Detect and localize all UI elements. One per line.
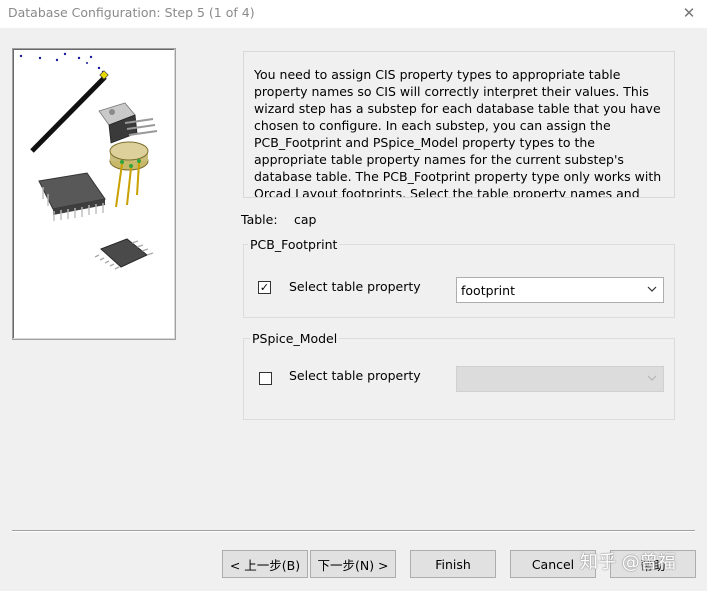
voltage-regulator-icon <box>98 102 158 144</box>
pspice-model-property-select[interactable] <box>456 366 664 392</box>
footer-divider <box>12 530 695 532</box>
sparkle-dots-icon <box>19 52 105 74</box>
soic-chip-icon <box>94 238 154 270</box>
instructions-text: You need to assign CIS property types to… <box>254 67 662 198</box>
pcb-footprint-selected-value: footprint <box>461 283 515 298</box>
components-illustration <box>19 52 158 270</box>
dip-chip-icon <box>38 172 106 221</box>
probe-icon <box>30 70 109 153</box>
instructions-panel: You need to assign CIS property types to… <box>243 51 675 198</box>
table-name-value: cap <box>294 212 317 227</box>
title-bar: Database Configuration: Step 5 (1 of 4) … <box>0 0 707 28</box>
chevron-down-icon <box>647 375 657 381</box>
back-button[interactable]: < 上一步(B) <box>222 550 308 578</box>
pspice-model-checkbox-label: Select table property <box>289 368 421 383</box>
pcb-footprint-checkbox[interactable]: ✓ <box>258 281 271 294</box>
next-button[interactable]: 下一步(N) > <box>310 550 396 578</box>
pspice-model-checkbox[interactable] <box>259 372 272 385</box>
pcb-footprint-legend: PCB_Footprint <box>248 237 340 252</box>
window-title: Database Configuration: Step 5 (1 of 4) <box>8 5 255 20</box>
wizard-illustration <box>12 48 176 340</box>
pcb-footprint-property-select[interactable]: footprint <box>456 277 664 303</box>
table-label: Table: <box>241 212 278 227</box>
finish-button[interactable]: Finish <box>410 550 496 578</box>
transistor-icon <box>109 141 149 208</box>
pspice-model-legend: PSpice_Model <box>250 331 340 346</box>
pcb-footprint-checkbox-label: Select table property <box>289 279 421 294</box>
chevron-down-icon <box>647 286 657 292</box>
watermark: 知乎 @曾福 <box>580 552 676 573</box>
checkmark-icon: ✓ <box>259 281 270 294</box>
close-icon[interactable]: ✕ <box>675 2 703 24</box>
